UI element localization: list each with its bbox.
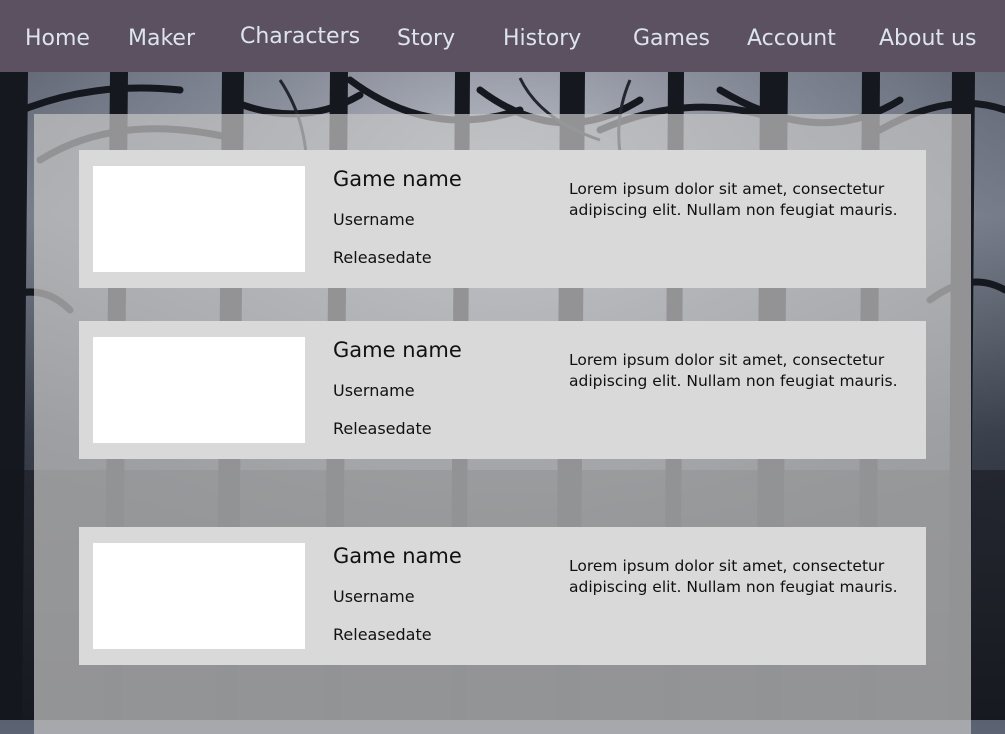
game-name[interactable]: Game name — [333, 166, 462, 192]
game-thumbnail[interactable] — [93, 337, 305, 443]
nav-maker-link[interactable]: Maker — [128, 26, 195, 52]
game-description: Lorem ipsum dolor sit amet, consectetur … — [569, 557, 898, 596]
game-release-date: Releasedate — [333, 248, 432, 267]
game-card[interactable]: Game name Username Releasedate Lorem ips… — [79, 527, 926, 665]
game-card[interactable]: Game name Username Releasedate Lorem ips… — [79, 321, 926, 459]
nav-history-link[interactable]: History — [503, 26, 581, 52]
game-username: Username — [333, 210, 415, 229]
game-release-date: Releasedate — [333, 625, 432, 644]
game-name[interactable]: Game name — [333, 543, 462, 569]
nav-about-us-link[interactable]: About us — [879, 26, 976, 52]
nav-home-link[interactable]: Home — [25, 26, 90, 52]
game-username: Username — [333, 381, 415, 400]
game-description: Lorem ipsum dolor sit amet, consectetur … — [569, 180, 898, 219]
nav-characters-link[interactable]: Characters — [240, 24, 360, 50]
game-description: Lorem ipsum dolor sit amet, consectetur … — [569, 351, 898, 390]
game-name[interactable]: Game name — [333, 337, 462, 363]
game-card[interactable]: Game name Username Releasedate Lorem ips… — [79, 150, 926, 288]
nav-story-link[interactable]: Story — [397, 26, 455, 52]
nav-games-link[interactable]: Games — [633, 26, 710, 52]
game-username: Username — [333, 587, 415, 606]
game-release-date: Releasedate — [333, 419, 432, 438]
game-thumbnail[interactable] — [93, 166, 305, 272]
top-navigation: Home Maker Characters Story History Game… — [0, 0, 1005, 72]
nav-account-link[interactable]: Account — [747, 26, 836, 52]
game-thumbnail[interactable] — [93, 543, 305, 649]
